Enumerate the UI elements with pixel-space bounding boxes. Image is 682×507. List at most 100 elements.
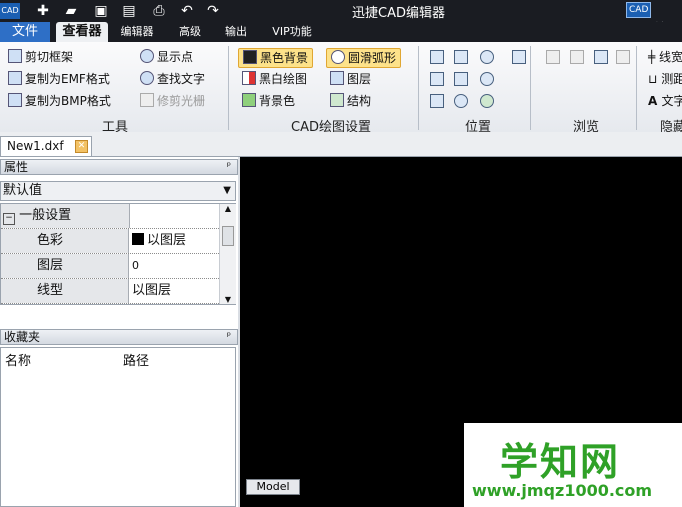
find-text-icon [140, 71, 154, 85]
property-row[interactable]: 色彩 以图层 [1, 229, 219, 254]
favorites-header: 收藏夹 ᵖ [0, 329, 238, 345]
fit-layout-icon[interactable] [430, 72, 444, 86]
zoom-extents-icon[interactable] [454, 72, 468, 86]
copy-emf-button[interactable]: 复制为EMF格式 [8, 70, 110, 88]
left-panel: 属性 ᵖ 默认值 ▼ − 一般设置 色彩 以图层 图层 0 线型 以图层 ▲ ▼ [0, 157, 238, 507]
save-icon[interactable]: ▣ [92, 2, 110, 20]
trim-raster-button[interactable]: 修剪光栅 [140, 92, 205, 110]
group-divider [228, 46, 229, 130]
tab-vip[interactable]: VIP功能 [262, 22, 322, 42]
title-bar: CAD ✚ ▰ ▣ ▤ ⎙ ↶ ↷ 迅捷CAD编辑器 CAD CAD编 [0, 0, 682, 37]
ribbon: 剪切框架 复制为EMF格式 复制为BMP格式 显示点 查找文字 修剪光栅 工具 … [0, 42, 682, 135]
pin-icon[interactable]: ᵖ [227, 160, 231, 174]
group-divider [636, 46, 637, 130]
group-divider [530, 46, 531, 130]
close-icon[interactable]: ✕ [75, 140, 88, 153]
open-icon[interactable]: ▰ [62, 2, 80, 20]
zoom-real-time-icon[interactable] [454, 94, 468, 108]
arc-icon [331, 50, 345, 64]
new-icon[interactable]: ✚ [34, 2, 52, 20]
scroll-up-icon[interactable]: ▲ [220, 204, 236, 213]
undo-icon[interactable]: ↶ [178, 2, 196, 20]
drawing-canvas[interactable]: Model 学知网 www.jmqz1000.com [240, 157, 682, 507]
tab-file[interactable]: 文件 [0, 22, 50, 42]
copy-bmp-button[interactable]: 复制为BMP格式 [8, 92, 111, 110]
tab-viewer[interactable]: 查看器 [56, 22, 108, 42]
black-bg-icon [243, 50, 257, 64]
fit-view-icon[interactable] [430, 50, 444, 64]
bw-drawing-icon [242, 71, 256, 85]
zoom-out-icon[interactable] [480, 72, 494, 86]
watermark-title: 学知网 [500, 440, 621, 484]
bg-color-icon [242, 93, 256, 107]
scroll-thumb[interactable] [222, 226, 234, 246]
property-row[interactable]: 图层 0 [1, 254, 219, 279]
document-tab-label: New1.dxf [7, 139, 64, 153]
background-color-button[interactable]: 背景色 [242, 92, 295, 110]
property-scrollbar[interactable]: ▲ ▼ [219, 204, 236, 304]
crop-frame-button[interactable]: 剪切框架 [8, 48, 73, 66]
tools-group-label: 工具 [101, 120, 128, 135]
redo-icon[interactable]: ↷ [204, 2, 222, 20]
smooth-arc-button[interactable]: 圆滑弧形 [326, 48, 402, 68]
orbit-icon[interactable] [430, 94, 444, 108]
cad-logo-icon: CAD [626, 2, 652, 18]
layers-button[interactable]: 图层 [330, 70, 371, 88]
document-tab[interactable]: New1.dxf ✕ [0, 136, 92, 156]
points-icon [140, 49, 154, 63]
structure-icon [330, 93, 344, 107]
property-name: 色彩 [1, 229, 129, 253]
zoom-in-icon[interactable] [480, 50, 494, 64]
property-row[interactable]: 线型 以图层 [1, 279, 219, 304]
find-text-button[interactable]: 查找文字 [140, 70, 205, 88]
category-label: 一般设置 [19, 208, 72, 223]
property-category-row[interactable]: − 一般设置 [1, 204, 219, 229]
line-width-icon: ╪ [648, 50, 660, 64]
window-title: 迅捷CAD编辑器 [352, 6, 445, 21]
layers-icon [330, 71, 344, 85]
pan-hand-icon[interactable] [512, 50, 526, 64]
print-icon[interactable]: ⎙ [150, 2, 168, 20]
text-button[interactable]: A 文字 [648, 92, 682, 110]
scroll-down-icon[interactable]: ▼ [220, 295, 236, 304]
tab-editor[interactable]: 编辑器 [114, 22, 160, 42]
property-value: 0 [132, 259, 139, 272]
refresh-icon[interactable] [616, 50, 630, 64]
chevron-down-icon: ▼ [223, 185, 231, 196]
copy-emf-icon [8, 71, 22, 85]
property-name: 线型 [1, 279, 129, 303]
color-swatch-icon [132, 233, 144, 245]
hidden-group-label: 隐藏 [660, 120, 682, 135]
model-tab[interactable]: Model [246, 479, 300, 495]
view-3d-icon[interactable] [480, 94, 494, 108]
watermark-url: www.jmqz1000.com [472, 481, 653, 500]
back-arrow-icon[interactable] [546, 50, 560, 64]
line-width-button[interactable]: ╪ 线宽 [648, 48, 682, 66]
tab-output[interactable]: 输出 [218, 22, 254, 42]
trim-raster-icon [140, 93, 154, 107]
show-points-button[interactable]: 显示点 [140, 48, 193, 66]
bw-drawing-button[interactable]: 黑白绘图 [242, 70, 307, 88]
save-as-icon[interactable]: ▤ [120, 2, 138, 20]
pin-icon[interactable]: ᵖ [227, 330, 231, 344]
measure-button[interactable]: ⊔ 测距 [648, 70, 682, 88]
ruler-icon: ⊔ [648, 72, 662, 86]
column-header-path[interactable]: 路径 [123, 350, 149, 369]
tab-advanced[interactable]: 高级 [170, 22, 210, 42]
zoom-window-icon[interactable] [454, 50, 468, 64]
structure-button[interactable]: 结构 [330, 92, 371, 110]
black-background-button[interactable]: 黑色背景 [238, 48, 314, 68]
collapse-icon[interactable]: − [3, 213, 15, 225]
rotate-icon[interactable] [594, 50, 608, 64]
default-value-dropdown[interactable]: 默认值 ▼ [0, 181, 236, 201]
properties-header: 属性 ᵖ [0, 159, 238, 175]
forward-arrow-icon[interactable] [570, 50, 584, 64]
column-header-name[interactable]: 名称 [5, 350, 31, 369]
copy-bmp-icon [8, 93, 22, 107]
app-logo: CAD [0, 3, 20, 19]
watermark: 学知网 www.jmqz1000.com [464, 423, 682, 507]
property-grid: − 一般设置 色彩 以图层 图层 0 线型 以图层 ▲ ▼ [0, 203, 236, 305]
document-tab-bar: New1.dxf ✕ [0, 132, 682, 157]
property-value: 以图层 [132, 283, 172, 298]
browse-group-label: 浏览 [572, 120, 599, 135]
